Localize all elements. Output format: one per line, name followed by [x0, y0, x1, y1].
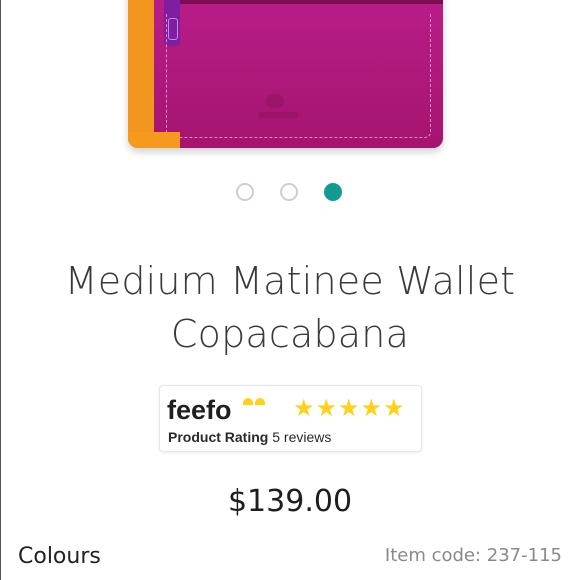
wallet-logo-icon [266, 94, 284, 108]
product-title-line1: Medium Matinee Wallet [64, 259, 516, 303]
product-image [128, 0, 443, 148]
rating-stars-icon: ★★★★★ [293, 394, 406, 422]
carousel-dots [236, 183, 342, 201]
feefo-logo: feefo [167, 395, 232, 425]
rating-text: Product Rating 5 reviews [168, 429, 331, 445]
product-title: Medium Matinee Wallet Copacabana [0, 255, 580, 361]
product-price: $139.00 [227, 484, 353, 519]
feefo-eyes-icon [243, 398, 265, 405]
product-image-carousel[interactable] [0, 0, 580, 160]
feefo-rating-badge[interactable]: feefo ★★★★★ Product Rating 5 reviews [159, 385, 422, 452]
colours-heading: Colours [18, 544, 101, 569]
wallet-stitching [166, 14, 431, 138]
wallet-zipper [166, 0, 443, 4]
reviews-count[interactable]: 5 reviews [272, 429, 331, 445]
rating-label: Product Rating [168, 429, 269, 445]
carousel-dot-3-active[interactable] [324, 183, 342, 201]
wallet-orange-strip [128, 0, 156, 148]
wallet-logo-text [258, 112, 298, 118]
carousel-dot-1[interactable] [236, 183, 254, 201]
carousel-dot-2[interactable] [280, 183, 298, 201]
product-title-line2: Copacabana [170, 312, 410, 356]
wallet-orange-corner [128, 132, 180, 148]
item-code: Item code: 237-115 [384, 545, 562, 566]
